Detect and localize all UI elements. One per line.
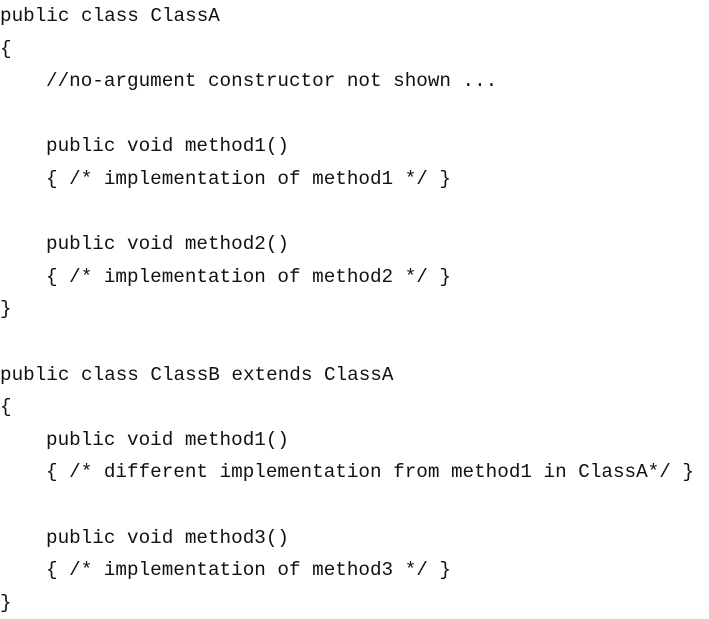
code-line: //no-argument constructor not shown ... [46,70,498,93]
code-line: public void method1() [46,135,289,158]
code-line: public void method3() [46,526,289,549]
code-line: public class ClassB extends ClassA [0,363,394,386]
code-line: { [0,396,12,419]
code-listing: public class ClassA { //no-argument constr… [0,0,709,619]
code-line: { /* implementation of method1 */ } [46,167,451,190]
code-line: } [0,298,12,321]
code-line: public class ClassA [0,5,220,27]
code-line: { [0,37,12,60]
code-line: { /* implementation of method2 */ } [46,265,451,288]
code-line: { /* different implementation from metho… [46,461,694,484]
code-line: public void method1() [46,428,289,451]
code-line: public void method2() [46,233,289,256]
code-line: { /* implementation of method3 */ } [46,559,451,582]
